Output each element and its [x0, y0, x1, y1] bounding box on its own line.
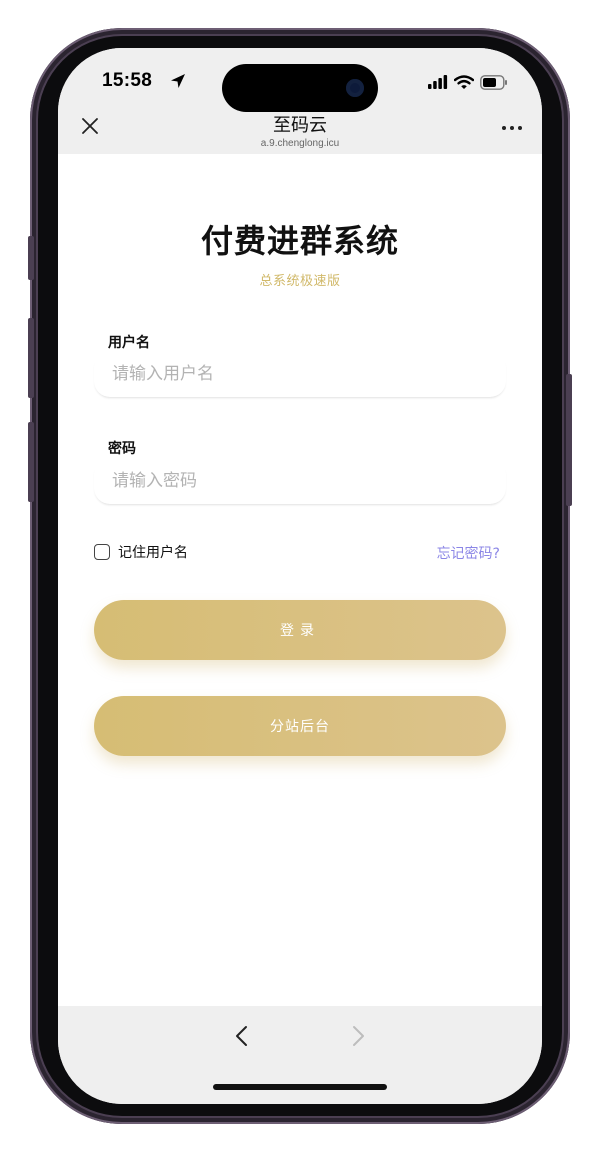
remember-checkbox[interactable] [94, 544, 110, 560]
status-icons [428, 74, 508, 90]
chevron-left-icon[interactable] [232, 1022, 252, 1050]
location-arrow-icon [171, 74, 185, 88]
browser-url: a.9.chenglong.icu [260, 138, 340, 149]
home-indicator[interactable] [213, 1084, 387, 1090]
volume-up-button [28, 318, 34, 398]
chevron-right-icon[interactable] [348, 1022, 368, 1050]
wifi-icon [454, 74, 474, 89]
browser-title-block: 至码云 a.9.chenglong.icu [58, 111, 542, 149]
password-input[interactable] [94, 458, 506, 504]
more-dots-icon[interactable] [502, 126, 522, 130]
username-label: 用户名 [108, 335, 150, 351]
browser-header: 15:58 至码云 a.9.chenglong.icu [58, 48, 542, 154]
username-input[interactable] [94, 351, 506, 397]
dynamic-island [222, 64, 378, 112]
camera-icon [346, 79, 364, 97]
branch-admin-button[interactable]: 分站后台 [94, 696, 506, 756]
remember-label: 记住用户名 [118, 545, 188, 561]
screen: 15:58 至码云 a.9.chenglong.icu 付费进群系统 总系统极速… [58, 48, 542, 1104]
login-button[interactable]: 登录 [94, 600, 506, 660]
forgot-password-link[interactable]: 忘记密码? [437, 543, 500, 563]
password-label: 密码 [108, 441, 136, 457]
page-subtitle: 总系统极速版 [259, 274, 341, 289]
page-title: 付费进群系统 [200, 222, 399, 260]
battery-icon [480, 74, 507, 90]
signal-icon [428, 75, 448, 89]
volume-down-button [28, 422, 34, 502]
browser-toolbar [58, 1006, 542, 1104]
action-button [28, 236, 34, 280]
status-time: 15:58 [102, 70, 153, 91]
browser-title: 至码云 [273, 115, 327, 136]
power-button [566, 374, 572, 506]
remember-username[interactable]: 记住用户名 [94, 542, 188, 562]
